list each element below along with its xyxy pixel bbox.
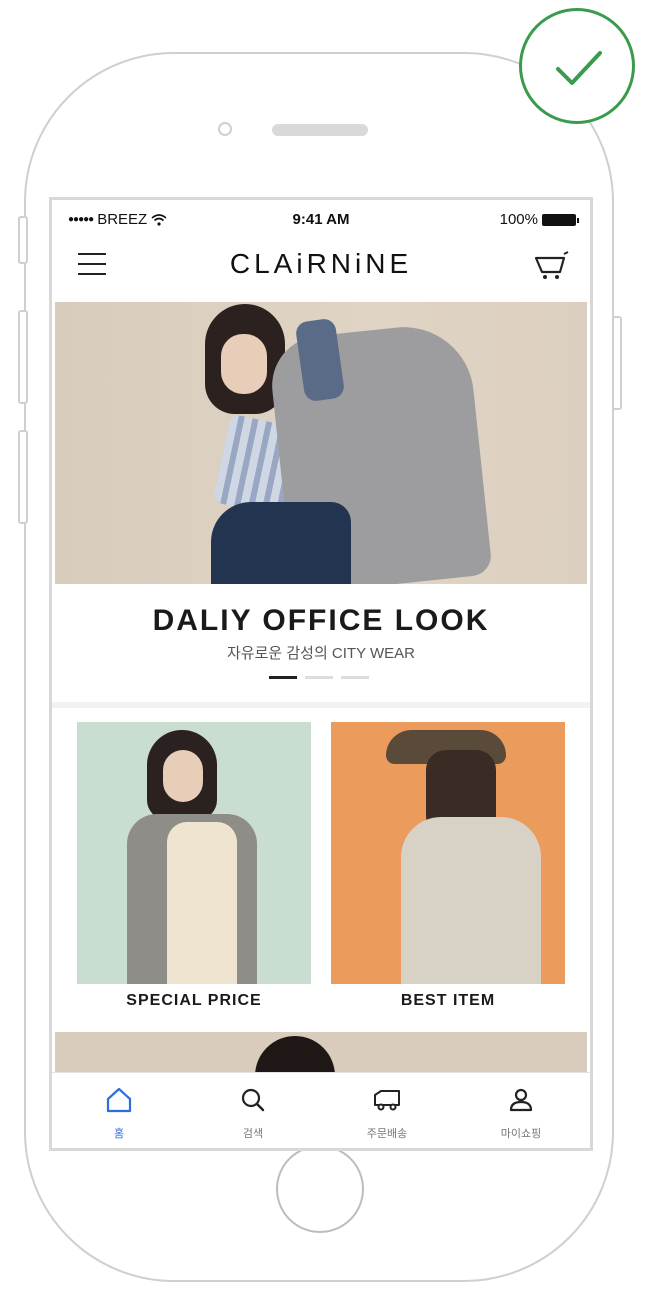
- tab-home[interactable]: 홈: [52, 1073, 186, 1148]
- hero-subtitle: 자유로운 감성의 CITY WEAR: [227, 645, 415, 662]
- app-header: CLAiRNiNE: [52, 240, 590, 302]
- phone-volume-down-button: [18, 430, 28, 524]
- delivery-truck-icon: [374, 1090, 400, 1111]
- battery-info: 100%: [499, 211, 579, 228]
- brand-logo[interactable]: CLAiRNiNE: [52, 248, 590, 280]
- phone-volume-up-button: [18, 310, 28, 404]
- hero-caption: DALIY OFFICE LOOK 자유로운 감성의 CITY WEAR: [52, 584, 590, 702]
- best-item-label[interactable]: BEST ITEM: [331, 992, 565, 1010]
- tab-home-label: 홈: [113, 1128, 125, 1140]
- tab-search[interactable]: 검색: [186, 1073, 320, 1148]
- carousel-indicator: [269, 676, 369, 679]
- special-price-label[interactable]: SPECIAL PRICE: [77, 992, 311, 1010]
- search-icon: [241, 1088, 265, 1112]
- carousel-dot[interactable]: [341, 676, 369, 679]
- cart-icon[interactable]: [534, 250, 570, 282]
- carousel-dot[interactable]: [269, 676, 297, 679]
- user-icon: [509, 1088, 533, 1112]
- earpiece-speaker: [272, 124, 368, 136]
- battery-percent: 100%: [499, 211, 538, 228]
- special-price-tile-image[interactable]: [77, 722, 311, 984]
- checkmark-icon: [556, 51, 602, 85]
- hero-banner-image[interactable]: [55, 302, 587, 584]
- bottom-tab-bar: 홈 검색 주문배송 마이쇼핑: [52, 1072, 590, 1148]
- tab-my-shopping[interactable]: 마이쇼핑: [454, 1073, 588, 1148]
- home-icon: [106, 1087, 132, 1113]
- check-badge: [519, 8, 635, 124]
- phone-power-button: [612, 316, 622, 410]
- status-bar: ●●●●● BREEZ 9:41 AM 100%: [52, 200, 590, 240]
- front-camera: [218, 122, 232, 136]
- home-button[interactable]: [276, 1145, 364, 1233]
- phone-side-button: [18, 216, 28, 264]
- section-divider: [52, 702, 590, 708]
- tab-delivery[interactable]: 주문배송: [320, 1073, 454, 1148]
- best-item-tile-image[interactable]: [331, 722, 565, 984]
- tab-my-shopping-label: 마이쇼핑: [500, 1128, 542, 1140]
- hero-title: DALIY OFFICE LOOK: [152, 604, 490, 637]
- tab-delivery-label: 주문배송: [366, 1128, 408, 1140]
- tab-search-label: 검색: [242, 1128, 264, 1140]
- carousel-dot[interactable]: [305, 676, 333, 679]
- app-screen: ●●●●● BREEZ 9:41 AM 100% CLAiRNiNE DALIY…: [49, 197, 593, 1151]
- battery-icon: [542, 213, 579, 226]
